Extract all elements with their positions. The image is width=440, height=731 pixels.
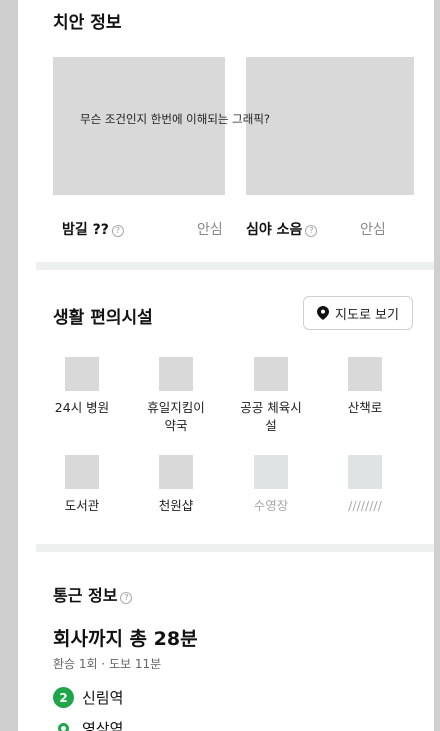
- commute-title-text: 통근 정보: [53, 586, 118, 605]
- facility-label: 도서관: [64, 498, 100, 513]
- facility-label: ////////: [348, 498, 382, 513]
- route-station-row: 2 신림역: [53, 687, 123, 708]
- facility-item[interactable]: 24시 병원: [36, 357, 128, 417]
- safety-section-title: 치안 정보: [53, 13, 122, 33]
- view-on-map-label: 지도로 보기: [335, 307, 399, 323]
- facility-label: 수영장: [253, 498, 289, 513]
- route-node-icon: [58, 723, 69, 731]
- help-icon[interactable]: ?: [120, 592, 133, 604]
- night-road-metric: 밤길 ???: [62, 219, 124, 239]
- facility-item[interactable]: 천원샵: [130, 455, 222, 515]
- view-on-map-button[interactable]: 지도로 보기: [303, 296, 413, 330]
- late-noise-value: 안심: [360, 222, 386, 238]
- safety-graphic-right: [246, 57, 414, 195]
- help-icon[interactable]: ?: [111, 225, 124, 237]
- station-name: 영삼역: [82, 720, 124, 731]
- left-rail: [0, 0, 18, 731]
- help-icon[interactable]: ?: [305, 225, 318, 237]
- facility-item[interactable]: ////////: [319, 455, 411, 515]
- facility-thumbnail: [65, 455, 99, 489]
- facility-item[interactable]: 공공 체육시 설: [225, 357, 317, 435]
- facility-label: 24시 병원: [54, 400, 110, 415]
- commute-total-time: 회사까지 총 28분: [53, 628, 198, 650]
- station-name: 신림역: [82, 689, 124, 707]
- facility-item[interactable]: 도서관: [36, 455, 128, 515]
- facility-thumbnail: [65, 357, 99, 391]
- facility-item[interactable]: 산책로: [319, 357, 411, 417]
- facility-label: 휴일지킴이 약국: [147, 400, 205, 433]
- facility-thumbnail: [159, 357, 193, 391]
- late-noise-metric: 심야 소음?: [246, 219, 318, 239]
- commute-section-title: 통근 정보?: [53, 582, 133, 606]
- facility-thumbnail: [348, 357, 382, 391]
- route-station-row: 영삼역: [53, 718, 123, 731]
- late-noise-label: 심야 소음: [246, 222, 303, 238]
- facility-item[interactable]: 수영장: [225, 455, 317, 515]
- right-rail: [434, 0, 440, 731]
- section-divider: [36, 544, 434, 552]
- commute-summary: 환승 1회 · 도보 11분: [53, 657, 162, 671]
- facilities-section-title: 생활 편의시설: [53, 308, 153, 328]
- facility-thumbnail: [254, 357, 288, 391]
- map-pin-icon: [317, 306, 330, 320]
- night-road-value: 안심: [197, 222, 223, 238]
- facility-thumbnail: [159, 455, 193, 489]
- section-divider: [36, 262, 434, 270]
- facility-label: 공공 체육시 설: [240, 400, 302, 433]
- night-road-label: 밤길 ??: [62, 222, 109, 238]
- neighborhood-info-panel: 치안 정보 무슨 조건인지 한번에 이해되는 그래픽? 밤길 ??? 안심 심야…: [36, 0, 434, 731]
- facility-thumbnail: [348, 455, 382, 489]
- facility-item[interactable]: 휴일지킴이 약국: [130, 357, 222, 435]
- facility-label: 산책로: [347, 400, 383, 415]
- safety-graphic-caption: 무슨 조건인지 한번에 이해되는 그래픽?: [80, 112, 271, 126]
- facility-label: 천원샵: [158, 498, 194, 513]
- subway-line-badge: 2: [53, 687, 74, 708]
- facility-thumbnail: [254, 455, 288, 489]
